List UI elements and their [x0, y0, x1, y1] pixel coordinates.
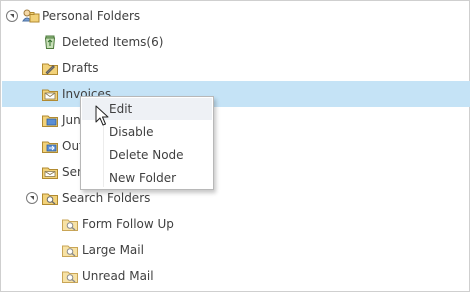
collapse-expander-icon[interactable]: [6, 10, 18, 22]
tree-node-deleted-items[interactable]: Deleted Items(6): [2, 29, 470, 55]
tree-node-search-folders[interactable]: Search Folders: [2, 185, 470, 211]
sent-folder-icon: [42, 164, 58, 180]
drafts-folder-icon: [42, 60, 58, 76]
tree-node-label: Drafts: [62, 61, 99, 75]
search-folder-icon: [42, 190, 58, 206]
collapse-expander-icon[interactable]: [26, 192, 38, 204]
menu-item-label: New Folder: [109, 171, 177, 185]
tree-node-label: Unread Mail: [82, 269, 154, 283]
junk-folder-icon: [42, 112, 58, 128]
tree-node-sent-items[interactable]: Sent Items: [2, 159, 470, 185]
tree-node-label: Deleted Items(6): [62, 35, 164, 49]
menu-item-label: Edit: [109, 102, 133, 116]
mouse-cursor-icon: [95, 105, 109, 127]
menu-item-delete-node[interactable]: Delete Node: [82, 144, 212, 166]
tree-node-outbox[interactable]: Outbox: [2, 133, 470, 159]
tree-node-label: Large Mail: [82, 243, 144, 257]
tree-node-invoices[interactable]: Invoices: [2, 81, 470, 107]
outbox-folder-icon: [42, 138, 58, 154]
tree-node-junk-email[interactable]: Junk E-mail: [2, 107, 470, 133]
menu-item-new-folder[interactable]: New Folder: [82, 167, 212, 189]
tree-node-unread-mail[interactable]: Unread Mail: [2, 263, 470, 289]
tree-view: Personal Folders Deleted Items(6) Drafts: [0, 0, 470, 292]
tree-node-drafts[interactable]: Drafts: [2, 55, 470, 81]
search-folder-icon: [62, 216, 78, 232]
mail-folder-icon: [42, 86, 58, 102]
menu-item-label: Disable: [109, 125, 154, 139]
tree-node-label: Search Folders: [62, 191, 151, 205]
tree-node-form-follow-up[interactable]: Form Follow Up: [2, 211, 470, 237]
search-folder-icon: [62, 242, 78, 258]
recycle-bin-icon: [42, 34, 58, 50]
menu-item-label: Delete Node: [109, 148, 184, 162]
personal-folders-icon: [22, 8, 40, 24]
tree-node-label: Personal Folders: [42, 9, 141, 23]
search-folder-icon: [62, 268, 78, 284]
tree-node-large-mail[interactable]: Large Mail: [2, 237, 470, 263]
tree-node-personal-folders[interactable]: Personal Folders: [2, 3, 470, 29]
tree-node-label: Form Follow Up: [82, 217, 174, 231]
